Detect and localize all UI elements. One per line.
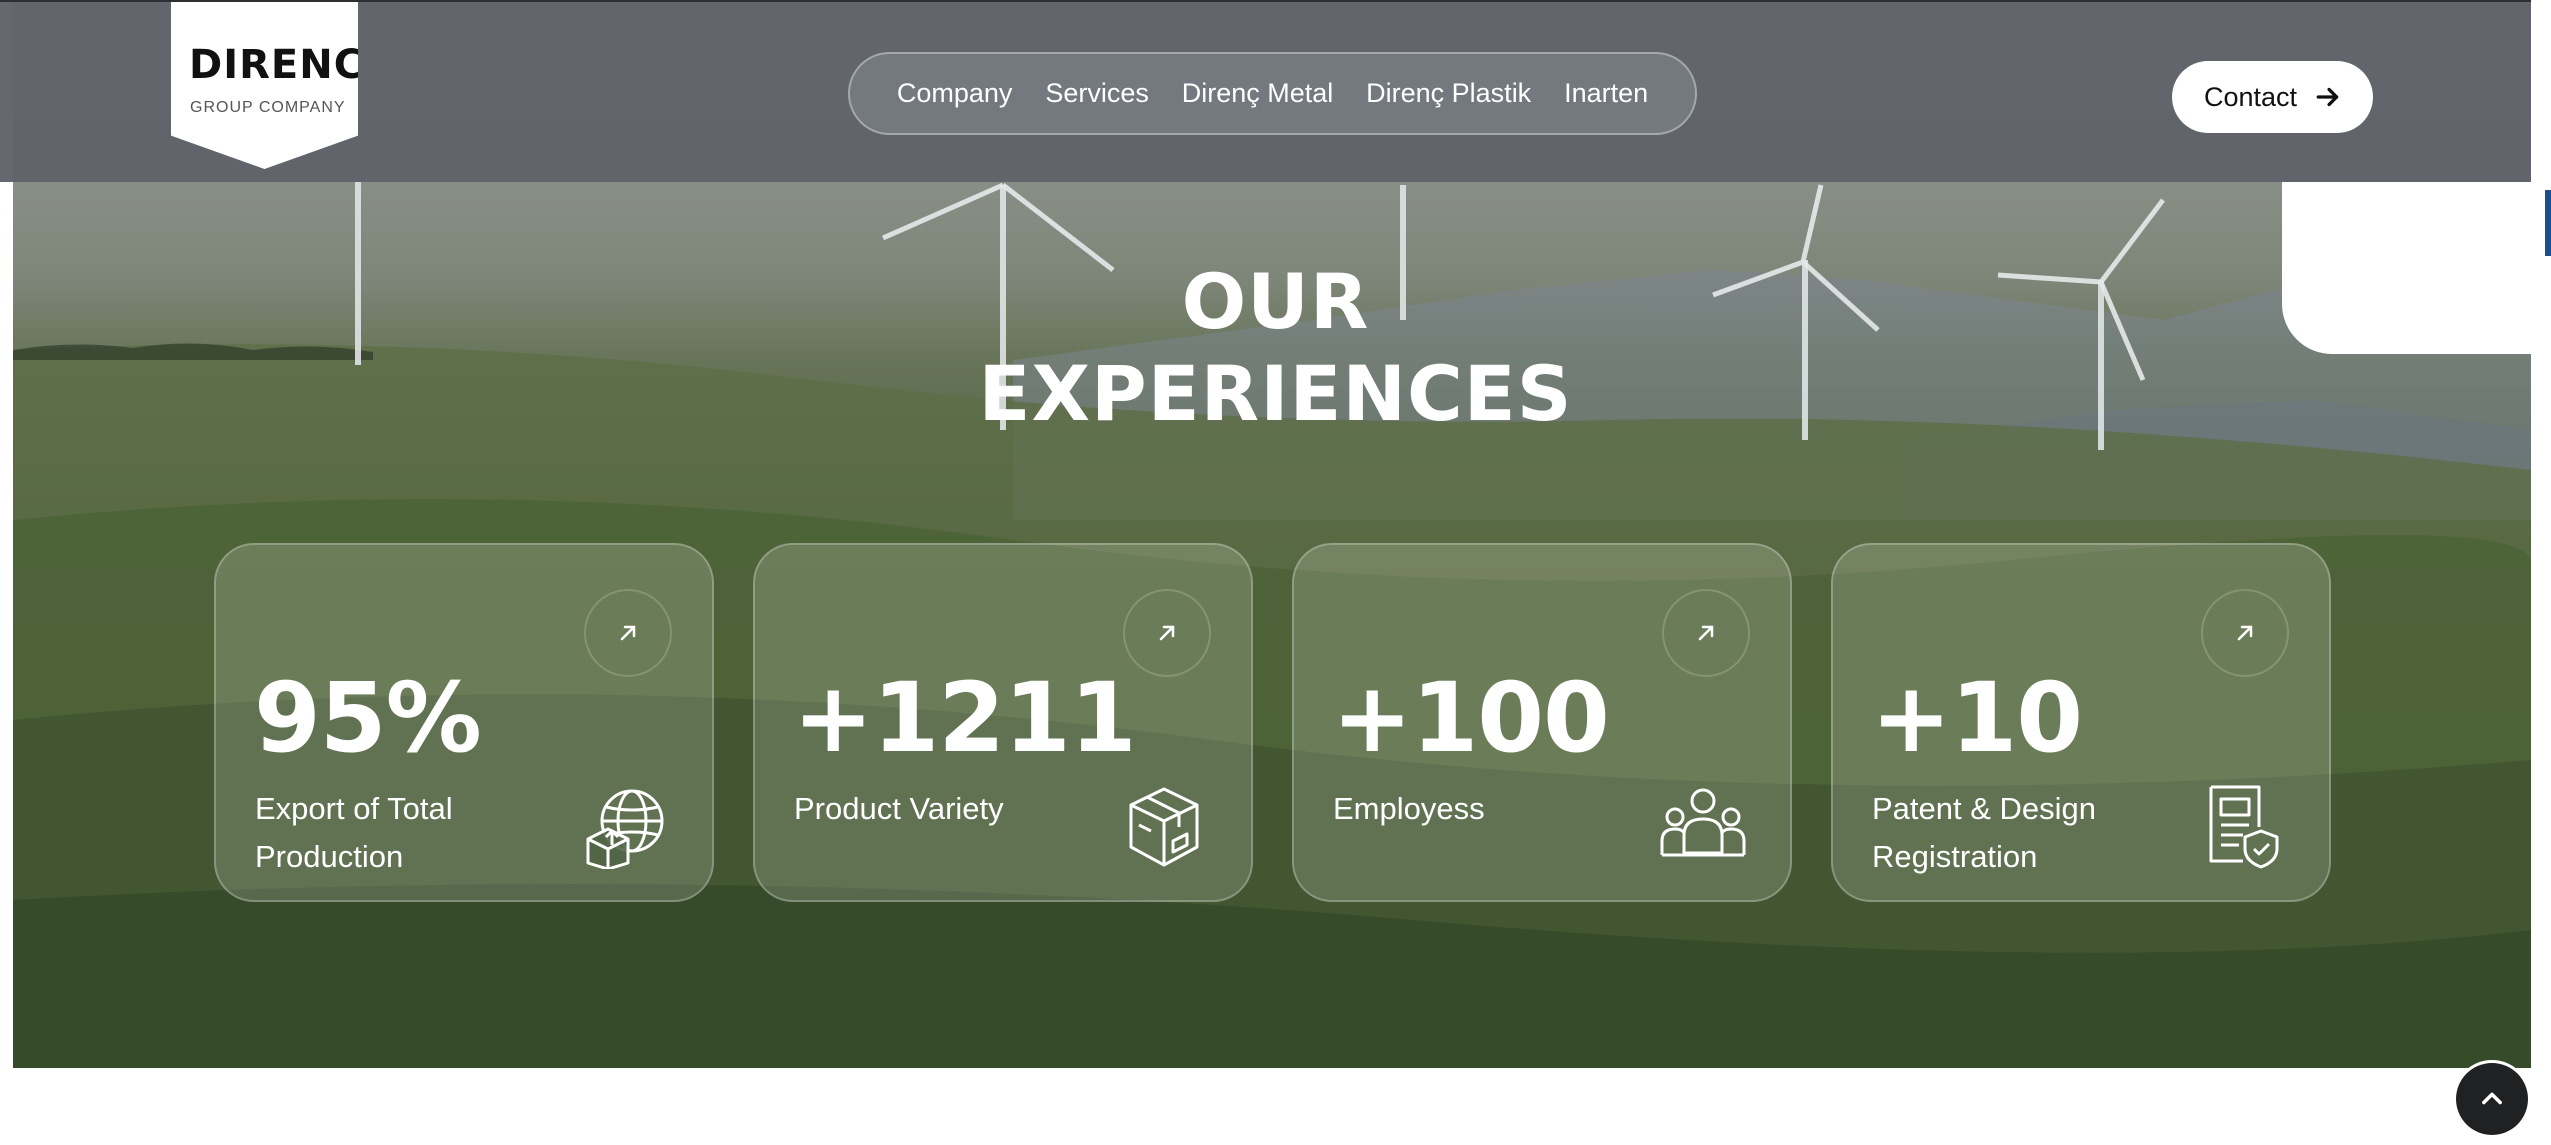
stat-label: Product Variety	[794, 791, 1004, 826]
page-scrollbar-area	[2531, 0, 2551, 1145]
stat-card-patents[interactable]: +10 Patent & Design Registration	[1831, 543, 2331, 902]
nav-item-services[interactable]: Services	[1045, 78, 1149, 109]
stat-card-export[interactable]: 95% Export of Total Production	[214, 543, 714, 902]
card-link-button[interactable]	[1662, 589, 1750, 677]
stat-label: Patent & Design Registration	[1872, 791, 2097, 874]
company-logo[interactable]: DIRENC GROUP COMPANY	[171, 2, 358, 169]
arrow-up-right-icon	[620, 625, 636, 641]
stat-label: Employess	[1333, 791, 1485, 826]
stat-card-products[interactable]: +1211 Product Variety	[753, 543, 1253, 902]
nav-item-direnc-metal[interactable]: Direnç Metal	[1182, 78, 1334, 109]
logo-title: DIRENC	[189, 42, 365, 88]
stat-value: +100	[1332, 662, 1610, 774]
chevron-up-icon	[2482, 1092, 2502, 1105]
logo-subtitle: GROUP COMPANY	[190, 99, 346, 116]
arrow-right-icon	[2316, 87, 2339, 107]
contact-button[interactable]: Contact	[2172, 61, 2373, 133]
stat-label: Export of Total Production	[255, 791, 453, 874]
stat-value: +1211	[793, 662, 1137, 774]
scroll-to-top-button[interactable]	[2456, 1063, 2528, 1135]
stat-value: 95%	[254, 662, 482, 774]
nav-item-direnc-plastik[interactable]: Direnç Plastik	[1366, 78, 1531, 109]
stat-value: +10	[1871, 662, 2083, 774]
card-link-button[interactable]	[2201, 589, 2289, 677]
card-link-button[interactable]	[584, 589, 672, 677]
people-icon	[1660, 788, 1746, 857]
globe-box-icon	[586, 789, 664, 869]
contact-button-label: Contact	[2203, 81, 2298, 112]
main-navigation: Company Services Direnç Metal Direnç Pla…	[848, 52, 1697, 135]
scrollbar-thumb[interactable]	[2545, 190, 2551, 256]
nav-item-inarten[interactable]: Inarten	[1564, 78, 1648, 109]
package-icon	[1129, 787, 1199, 867]
next-section-panel-left	[0, 1068, 1271, 1145]
nav-item-company[interactable]: Company	[897, 78, 1013, 109]
arrow-up-right-icon	[1159, 625, 1175, 641]
next-section-panel-right	[1778, 1068, 2551, 1145]
arrow-up-right-icon	[1698, 625, 1714, 641]
stat-card-employees[interactable]: +100 Employess	[1292, 543, 1792, 902]
section-title-line2: EXPERIENCES	[978, 349, 1573, 438]
certificate-icon	[2209, 785, 2279, 869]
site-header: DIRENC GROUP COMPANY Company Services Di…	[0, 0, 2551, 182]
section-title-line1: OUR	[1181, 257, 1370, 346]
card-link-button[interactable]	[1123, 589, 1211, 677]
arrow-up-right-icon	[2237, 625, 2253, 641]
